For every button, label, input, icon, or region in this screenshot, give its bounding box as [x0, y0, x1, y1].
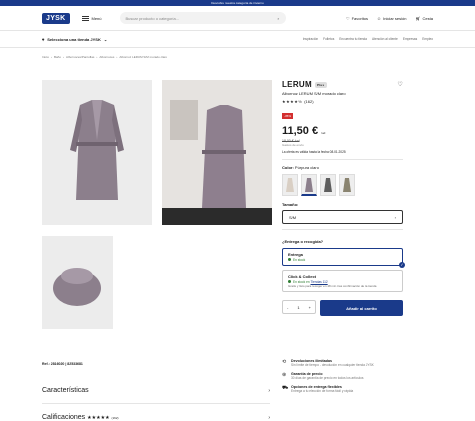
review-count: (162) [304, 99, 314, 104]
nav-link[interactable]: Empleo [422, 37, 433, 41]
quantity-stepper[interactable]: - 1 + [282, 300, 316, 314]
benefit-item: ⛟ Opciones de entrega flexibles Entrega a… [282, 385, 354, 393]
menu-button[interactable]: Menú [81, 15, 102, 21]
product-panel: LERUM Plus ♡ Albornoz LERUM S/M morado c… [282, 80, 405, 316]
header: JYSK Menú Buscar producto o categoría...… [0, 6, 475, 30]
chevron-right-icon: › [268, 387, 270, 394]
favorite-heart-icon[interactable]: ♡ [397, 81, 403, 88]
breadcrumb-item: Albornoz LERUM S/M morado claro [119, 55, 168, 59]
color-swatch-gray[interactable] [320, 174, 336, 196]
price-guarantee-icon: ⊛ [282, 372, 287, 378]
offer-validity: La oferta es válida hasta la fecha 08.01… [282, 150, 346, 154]
product-image-front[interactable] [42, 80, 152, 225]
location-pin-icon: ⌖ [42, 36, 45, 42]
chevron-right-icon: › [268, 414, 270, 421]
heart-icon: ♡ [345, 15, 350, 21]
click-collect-desc: Gratis y listo para recoger en 48 min tr… [288, 284, 377, 288]
return-icon: ⟲ [282, 359, 287, 365]
menu-label: Menú [91, 15, 102, 21]
nav-link[interactable]: Inspiración [303, 37, 318, 41]
benefit-item: ⊛ Garantía de precio 30 días de garantía … [282, 372, 364, 380]
delivery-option[interactable]: Entrega En stock ✓ [282, 248, 405, 268]
color-label: Color: Púrpura claro [282, 165, 319, 170]
qty-plus-button[interactable]: + [309, 305, 311, 310]
product-subtitle: Albornoz LERUM S/M morado claro [282, 91, 346, 96]
nav-link[interactable]: Atención al cliente [372, 37, 398, 41]
nav-link[interactable]: Empresas [403, 37, 417, 41]
benefits-list: ⟲ Devoluciones ilimitadas Sin límite de t… [282, 359, 403, 398]
size-select[interactable]: S/M › [282, 210, 403, 224]
chevron-right-icon: › [394, 214, 396, 220]
rating[interactable]: ★★★★½ (162) [282, 99, 403, 104]
breadcrumb-item[interactable]: Inicio [42, 55, 49, 59]
benefit-item: ⟲ Devoluciones ilimitadas Sin límite de t… [282, 359, 374, 367]
breadcrumb-item[interactable]: Albornoces/Pantuflas [66, 55, 94, 59]
product-image-lifestyle[interactable] [162, 80, 272, 225]
color-swatch-beige[interactable] [282, 174, 298, 196]
checkmark-icon: ✓ [399, 262, 405, 268]
size-label: Tamaño: [282, 202, 299, 207]
breadcrumb-item[interactable]: Baño [54, 55, 61, 59]
product-image-folded[interactable] [42, 236, 113, 329]
truck-icon: ⛟ [282, 385, 289, 391]
favorites-link[interactable]: ♡ Favoritos [346, 16, 368, 21]
bathroom-scene-illustration [162, 80, 272, 225]
search-icon[interactable]: ⌕ [277, 16, 279, 21]
ratings-accordion[interactable]: Calificaciones ★★★★★ (162) › [42, 414, 270, 421]
breadcrumb-item[interactable]: Albornoces [99, 55, 114, 59]
delivery-question: ¿Entrega o recogida? [282, 239, 324, 244]
qty-value: 1 [297, 304, 300, 310]
stock-status: En stock [288, 258, 397, 262]
color-swatches [282, 174, 403, 196]
qty-minus-button[interactable]: - [287, 305, 288, 310]
color-swatch-olive[interactable] [339, 174, 355, 196]
plus-badge: Plus [314, 81, 327, 88]
product-ref: Ref.: 2816020 | 82533681 [42, 362, 83, 366]
select-store-button[interactable]: ⌖ Selecciona una tienda JYSK ⌄ [42, 37, 107, 42]
features-accordion[interactable]: Características › [42, 387, 270, 394]
add-to-cart-button[interactable]: Añadir al carrito [320, 300, 403, 316]
search-input[interactable]: Buscar producto o categoría... ⌕ [119, 12, 286, 24]
store-bar: ⌖ Selecciona una tienda JYSK ⌄ Inspiraci… [0, 31, 475, 47]
cart-icon: 🛒︎ [415, 15, 421, 21]
product-name: LERUM [282, 80, 312, 89]
jysk-logo[interactable]: JYSK [42, 12, 70, 24]
shipping-note[interactable]: Gastos de envío [282, 143, 403, 147]
hamburger-icon [81, 15, 89, 21]
nav-link[interactable]: Encuentra tu tienda [339, 37, 367, 41]
search-placeholder: Buscar producto o categoría... [125, 15, 180, 21]
user-icon: ☺ [377, 15, 382, 21]
nav-link[interactable]: Folletos [323, 37, 334, 41]
folded-robe-illustration [53, 268, 101, 306]
discount-badge: -35% [282, 113, 294, 119]
cart-link[interactable]: 🛒︎ Cesta [415, 16, 433, 21]
color-swatch-purple[interactable] [301, 174, 317, 196]
bathrobe-illustration [70, 100, 124, 200]
click-collect-option[interactable]: Click & Collect En stock en Tiendas 112 … [282, 270, 403, 292]
chevron-down-icon: ⌄ [103, 36, 108, 42]
login-link[interactable]: ☺ Iniciar sesión [377, 16, 406, 21]
stars-icon: ★★★★½ [282, 99, 303, 104]
stars-icon: ★★★★★ [87, 415, 110, 421]
price: 11,50 € /ud [282, 125, 326, 137]
breadcrumb: Inicio › Baño › Albornoces/Pantuflas › Albo… [42, 55, 168, 59]
